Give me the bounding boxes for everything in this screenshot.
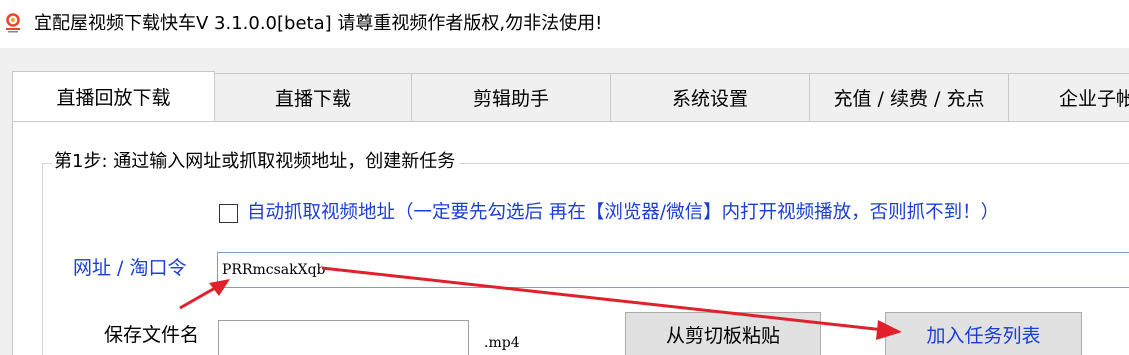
tab-system-settings[interactable]: 系统设置 [610,73,810,121]
url-label: 网址 / 淘口令 [73,257,187,279]
step1-legend: 第1步: 通过输入网址或抓取视频地址，创建新任务 [52,149,460,175]
window-title: 宜配屋视频下载快车V 3.1.0.0[beta] 请尊重视频作者版权,勿非法使用… [34,13,603,34]
title-bar: 宜配屋视频下载快车V 3.1.0.0[beta] 请尊重视频作者版权,勿非法使用… [0,0,1129,48]
tab-label: 企业子帐 [1059,88,1129,110]
filename-input[interactable] [218,320,469,355]
paste-from-clipboard-button[interactable]: 从剪切板粘贴 [625,312,821,355]
url-input-value: PRRmcsakXqb [222,262,326,278]
app-logo-icon [6,13,20,33]
tab-label: 直播下载 [274,88,351,110]
auto-capture-label[interactable]: 自动抓取视频地址（一定要先勾选后 再在【浏览器/微信】内打开视频播放，否则抓不到… [247,200,999,226]
tab-enterprise-subaccount[interactable]: 企业子帐 [1008,73,1129,121]
url-input[interactable]: PRRmcsakXqb [217,252,1129,288]
tab-live-download[interactable]: 直播下载 [214,73,412,121]
tab-label: 直播回放下载 [56,87,171,109]
add-to-task-list-button[interactable]: 加入任务列表 [885,312,1082,355]
tab-label: 系统设置 [671,88,748,110]
file-extension-label: .mp4 [484,335,520,351]
tab-edit-assistant[interactable]: 剪辑助手 [411,73,611,121]
paste-button-label: 从剪切板粘贴 [665,324,780,347]
tab-label: 剪辑助手 [472,88,549,110]
filename-label: 保存文件名 [104,324,200,346]
tab-recharge[interactable]: 充值 / 续费 / 充点 [809,73,1009,121]
tab-live-replay-download[interactable]: 直播回放下载 [12,71,215,121]
add-button-label: 加入任务列表 [926,324,1041,347]
auto-capture-checkbox[interactable] [219,204,238,223]
tab-label: 充值 / 续费 / 充点 [833,88,985,110]
